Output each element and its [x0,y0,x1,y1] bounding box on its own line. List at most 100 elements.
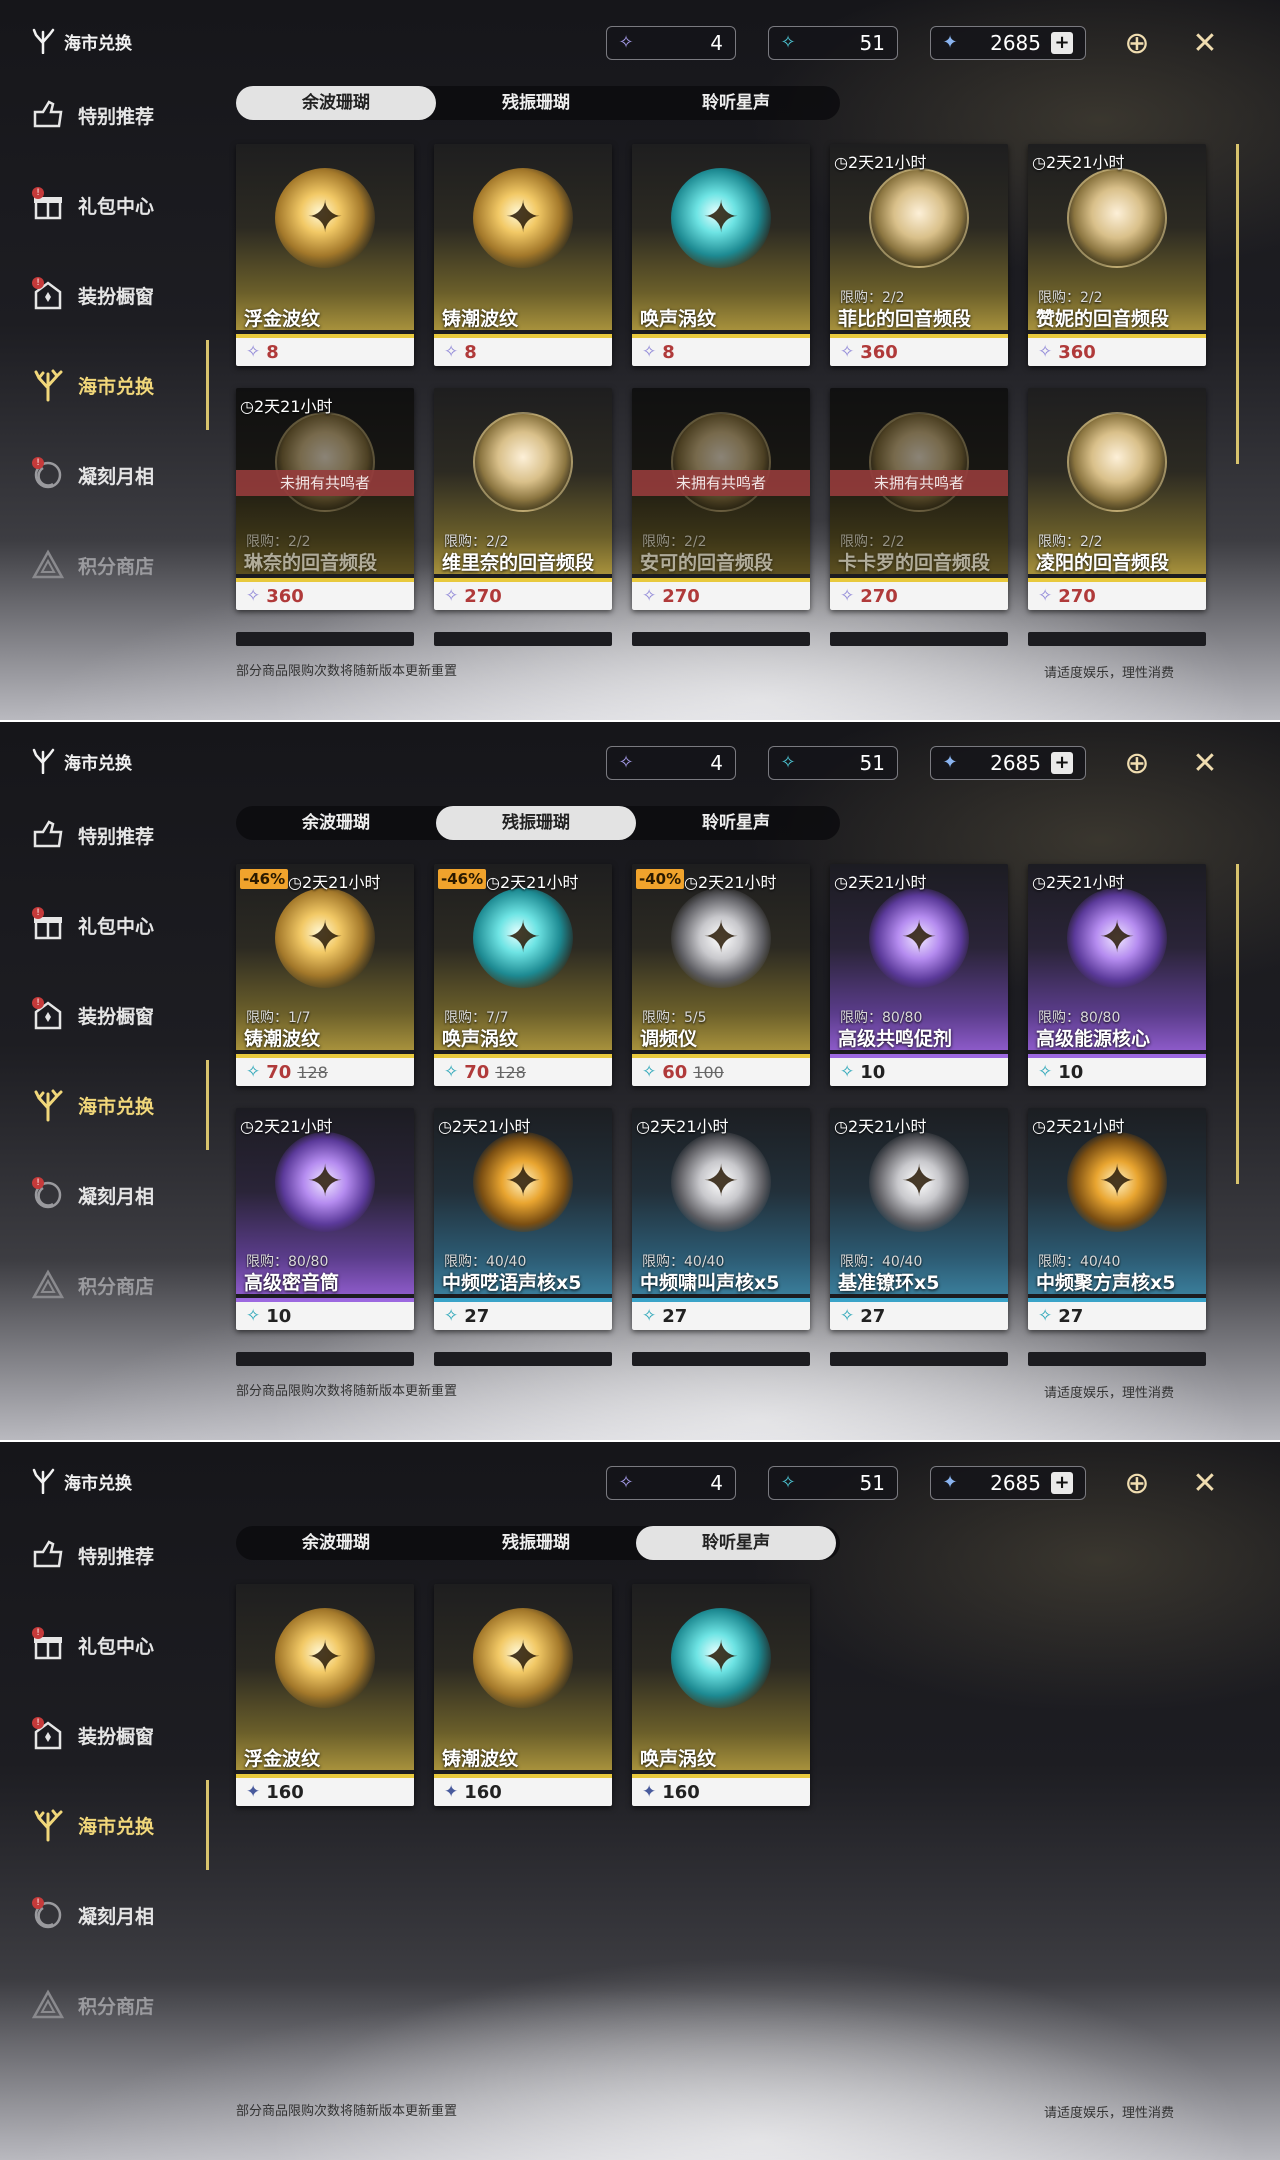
item-name: 中频聚方声核x5 [1036,1272,1176,1294]
sidebar-item-label: 礼包中心 [78,1635,155,1658]
notification-badge: ! [32,457,44,469]
shop-item-card[interactable]: ◷2天21小时 限购：2/2 赞妮的回音频段 ✧ 360 [1028,144,1206,366]
currency-1: ✧ 4 [606,1466,736,1500]
item-name: 铸潮波纹 [244,1028,321,1050]
scrollbar[interactable] [1236,864,1239,1184]
shop-item-card[interactable]: ✦ ◷2天21小时 限购：40/40 中频聚方声核x5 ✧ 27 [1028,1108,1206,1330]
notification-badge: ! [32,1627,44,1639]
sidebar-item-3[interactable]: ! 装扮橱窗 [28,1710,154,1760]
tab-2[interactable]: 残振珊瑚 [436,806,636,840]
item-glyph-icon [871,170,967,266]
coral-currency-icon: ✧ [840,1306,855,1326]
sidebar-item-2[interactable]: ! 礼包中心 [28,1620,154,1670]
star-currency-icon: ✦ [444,1782,459,1802]
footer-reminder: 请适度娱乐，理性消费 [1044,2106,1175,2121]
sidebar-item-3[interactable]: ! 装扮橱窗 [28,990,154,1040]
item-image: ✦ [275,1608,375,1708]
item-image [671,412,771,512]
price-bar: ✧ 60 100 [632,1054,810,1086]
shop-item-card[interactable]: 限购：2/2 凌阳的回音频段 ✧ 270 [1028,388,1206,610]
tab-1[interactable]: 余波珊瑚 [236,806,436,840]
sidebar-item-6[interactable]: 积分商店 [28,1980,154,2030]
footer-reminder: 请适度娱乐，理性消费 [1044,666,1175,681]
currency-3[interactable]: ✦ 2685 + [930,1466,1086,1500]
sidebar: 海市兑换 特别推荐! 礼包中心! 装扮橱窗 海市兑换! 凝刻月相 积分商店 [0,720,210,1440]
shop-item-card[interactable]: ✦ 浮金波纹 ✦ 160 [236,1584,414,1806]
shop-item-card[interactable]: ✦ -40% ◷2天21小时 限购：5/5 调频仪 ✧ 60 100 [632,864,810,1086]
tab-1[interactable]: 余波珊瑚 [236,86,436,120]
shop-item-card[interactable]: ✦ 唤声涡纹 ✧ 8 [632,144,810,366]
gift-icon: ! [28,185,68,225]
shop-item-card[interactable]: ✦ ◷2天21小时 限购：40/40 中频呓语声核x5 ✧ 27 [434,1108,612,1330]
scrollbar[interactable] [1236,144,1239,464]
sidebar-item-4[interactable]: 海市兑换 [28,1080,154,1130]
shop-item-card[interactable]: ✦ ◷2天21小时 限购：80/80 高级密音筒 ✧ 10 [236,1108,414,1330]
locked-ribbon: 未拥有共鸣者 [236,470,414,496]
tab-2[interactable]: 残振珊瑚 [436,86,636,120]
add-currency-button[interactable]: + [1051,1472,1073,1494]
tab-2[interactable]: 残振珊瑚 [436,1526,636,1560]
tab-1[interactable]: 余波珊瑚 [236,1526,436,1560]
recommend-icon [28,815,68,855]
sidebar-item-1[interactable]: 特别推荐 [28,810,154,860]
shop-item-card[interactable]: ✦ ◷2天21小时 限购：40/40 基准镣环x5 ✧ 27 [830,1108,1008,1330]
sidebar-item-5[interactable]: ! 凝刻月相 [28,1170,154,1220]
sidebar-item-5[interactable]: ! 凝刻月相 [28,450,154,500]
sidebar-item-1[interactable]: 特别推荐 [28,90,154,140]
item-glyph-icon [1069,414,1165,510]
item-art: ✦ [236,1584,414,1770]
timer-label: ◷2天21小时 [1032,873,1125,892]
price-bar: ✧ 27 [830,1298,1008,1330]
shop-item-card[interactable]: 未拥有共鸣者 限购：2/2 安可的回音频段 ✧ 270 [632,388,810,610]
original-price: 100 [693,1062,724,1082]
item-name: 中频啸叫声核x5 [640,1272,780,1294]
shop-item-card[interactable]: ✦ 铸潮波纹 ✦ 160 [434,1584,612,1806]
price-bar: ✧ 27 [434,1298,612,1330]
price-bar: ✧ 27 [1028,1298,1206,1330]
sidebar-item-1[interactable]: 特别推荐 [28,1530,154,1580]
currency-1: ✧ 4 [606,746,736,780]
shop-item-card[interactable]: ✦ 唤声涡纹 ✦ 160 [632,1584,810,1806]
sidebar-item-2[interactable]: ! 礼包中心 [28,180,154,230]
sidebar-item-4[interactable]: 海市兑换 [28,360,154,410]
shop-item-card[interactable]: ✦ -46% ◷2天21小时 限购：7/7 唤声涡纹 ✧ 70 128 [434,864,612,1086]
sidebar-item-2[interactable]: ! 礼包中心 [28,900,154,950]
item-name: 中频呓语声核x5 [442,1272,582,1294]
currency-3[interactable]: ✦ 2685 + [930,26,1086,60]
triangle-icon [28,1265,68,1305]
footer-note: 部分商品限购次数将随新版本更新重置 [236,664,458,679]
close-icon[interactable]: ✕ [1186,24,1224,62]
shop-item-card[interactable]: ✦ 浮金波纹 ✧ 8 [236,144,414,366]
shop-item-card[interactable]: ◷2天21小时 未拥有共鸣者 限购：2/2 琳奈的回音频段 ✧ 360 [236,388,414,610]
sidebar-item-4[interactable]: 海市兑换 [28,1800,154,1850]
shop-item-card[interactable]: 限购：2/2 维里奈的回音频段 ✧ 270 [434,388,612,610]
shop-item-card[interactable]: ✦ 铸潮波纹 ✧ 8 [434,144,612,366]
target-icon[interactable]: ⊕ [1118,24,1156,62]
shop-item-card[interactable]: ✦ ◷2天21小时 限购：40/40 中频啸叫声核x5 ✧ 27 [632,1108,810,1330]
item-name: 菲比的回音频段 [838,308,972,330]
original-price: 128 [495,1062,526,1082]
shop-item-card[interactable]: 未拥有共鸣者 限购：2/2 卡卡罗的回音频段 ✧ 270 [830,388,1008,610]
tab-3[interactable]: 聆听星声 [636,86,836,120]
sidebar-item-6[interactable]: 积分商店 [28,540,154,590]
target-icon[interactable]: ⊕ [1118,744,1156,782]
shop-item-card[interactable]: ✦ ◷2天21小时 限购：80/80 高级能源核心 ✧ 10 [1028,864,1206,1086]
sidebar-item-6[interactable]: 积分商店 [28,1260,154,1310]
target-icon[interactable]: ⊕ [1118,1464,1156,1502]
star-icon: ✦ [942,32,958,53]
shop-item-card[interactable]: ◷2天21小时 限购：2/2 菲比的回音频段 ✧ 360 [830,144,1008,366]
item-name: 卡卡罗的回音频段 [838,552,991,574]
currency-3[interactable]: ✦ 2685 + [930,746,1086,780]
tab-3[interactable]: 聆听星声 [636,806,836,840]
add-currency-button[interactable]: + [1051,32,1073,54]
tab-3[interactable]: 聆听星声 [636,1526,836,1560]
add-currency-button[interactable]: + [1051,752,1073,774]
close-icon[interactable]: ✕ [1186,744,1224,782]
sidebar-item-5[interactable]: ! 凝刻月相 [28,1890,154,1940]
shop-item-card[interactable]: ✦ ◷2天21小时 限购：80/80 高级共鸣促剂 ✧ 10 [830,864,1008,1086]
sidebar-item-3[interactable]: ! 装扮橱窗 [28,270,154,320]
close-icon[interactable]: ✕ [1186,1464,1224,1502]
shop-item-card[interactable]: ✦ -46% ◷2天21小时 限购：1/7 铸潮波纹 ✧ 70 128 [236,864,414,1086]
locked-ribbon: 未拥有共鸣者 [632,470,810,496]
coral-currency-icon: ✧ [840,342,855,362]
